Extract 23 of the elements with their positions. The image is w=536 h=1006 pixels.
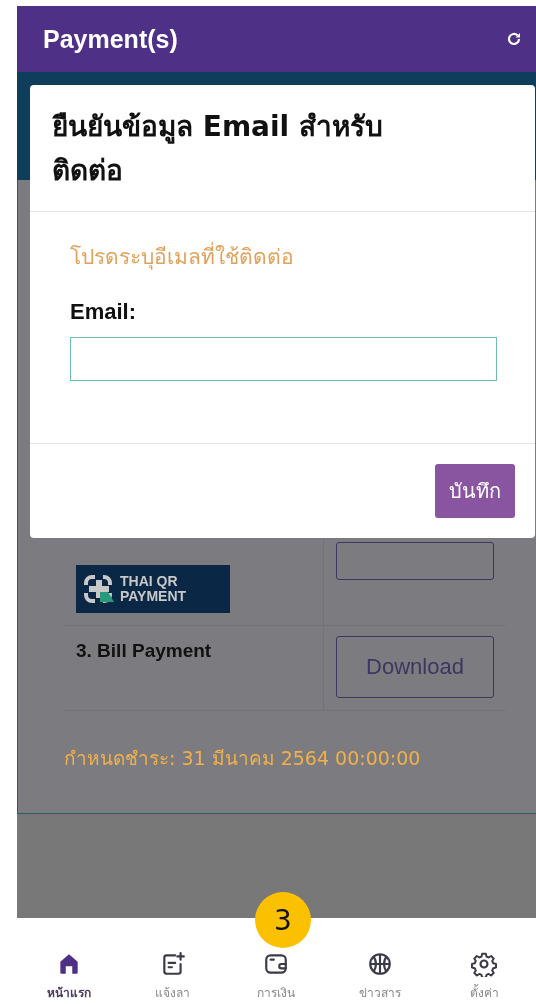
nav-tab[interactable]: แจ้งลา bbox=[127, 951, 218, 1002]
nav-tab[interactable]: ข่าวสาร bbox=[335, 951, 426, 1002]
page-title: Payment(s) bbox=[43, 24, 178, 54]
settings-icon bbox=[471, 951, 498, 977]
logo-text: PAYMENT bbox=[120, 589, 187, 604]
refresh-icon[interactable] bbox=[506, 31, 522, 47]
qr-logo-icon bbox=[84, 574, 114, 604]
download-button[interactable]: Download bbox=[336, 636, 494, 698]
save-button[interactable]: บันทึก bbox=[435, 464, 515, 518]
nav-tab[interactable]: การเงิน bbox=[231, 951, 322, 1002]
due-date-text: กำหนดชำระ: 31 มีนาคม 2564 00:00:00 bbox=[64, 746, 422, 771]
payment-method-label: 3. Bill Payment bbox=[76, 640, 212, 662]
notification-badge: 3 bbox=[255, 892, 311, 948]
logo-text: THAI QR bbox=[120, 574, 179, 589]
download-button[interactable] bbox=[336, 542, 494, 580]
dialog-hint: โปรดระบุอีเมลที่ใช้ติดต่อ bbox=[70, 240, 497, 273]
wallet-icon bbox=[263, 951, 290, 977]
dialog-title: ยืนยันข้อมูล Email สำหรับติดต่อ bbox=[30, 85, 535, 212]
nav-tab[interactable]: ตั้งค่า bbox=[439, 951, 530, 1002]
globe-icon bbox=[367, 951, 394, 977]
field-label: Email: bbox=[70, 299, 138, 325]
nav-tab[interactable]: หน้าแรก bbox=[23, 951, 114, 1002]
email-field[interactable] bbox=[70, 337, 497, 381]
